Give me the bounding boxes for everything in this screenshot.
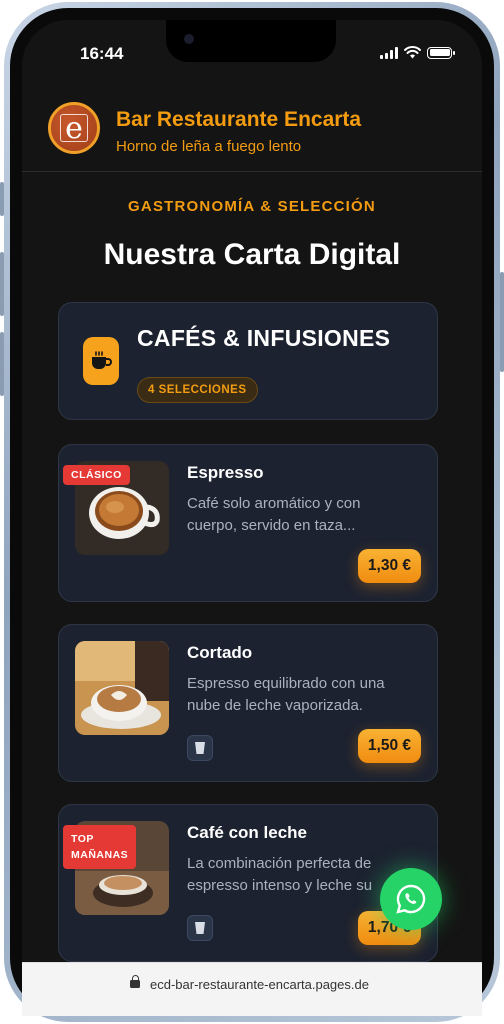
battery-icon bbox=[427, 46, 455, 59]
item-description: Café solo aromático y con cuerpo, servid… bbox=[187, 495, 361, 534]
item-name: Cortado bbox=[187, 643, 253, 662]
site-header: e Bar Restaurante Encarta Horno de leña … bbox=[22, 90, 482, 172]
tag-classic-badge: CLÁSICO bbox=[63, 465, 130, 485]
brand-title: Bar Restaurante Encarta bbox=[116, 108, 362, 131]
lock-icon bbox=[130, 975, 140, 989]
signal-icon bbox=[380, 46, 398, 59]
power-button bbox=[500, 272, 504, 372]
screen: 16:44 e Bar Restaurante Encarta Horno de… bbox=[22, 20, 482, 1016]
coffee-cup-icon bbox=[83, 337, 119, 385]
item-name: Espresso bbox=[187, 463, 264, 482]
phone-frame: 16:44 e Bar Restaurante Encarta Horno de… bbox=[0, 2, 504, 1022]
brand-subtitle: Horno de leña a fuego lento bbox=[116, 138, 302, 155]
glass-icon[interactable] bbox=[187, 915, 213, 941]
tag-top-mananas-badge: TOP MAÑANAS bbox=[63, 825, 137, 869]
category-title: CAFÉS & INFUSIONES bbox=[137, 325, 391, 351]
volume-down-button bbox=[0, 332, 4, 396]
url-text: ecd-bar-restaurante-encarta.pages.de bbox=[150, 977, 369, 992]
section-kicker: GASTRONOMÍA & SELECCIÓN bbox=[128, 198, 376, 215]
category-count-badge: 4 SELECCIONES bbox=[137, 377, 258, 403]
menu-item-cafe-con-leche[interactable]: TOP MAÑANAS Café con leche La combinació… bbox=[58, 804, 438, 962]
price-badge: 1,30 € bbox=[357, 549, 421, 583]
whatsapp-icon bbox=[396, 884, 426, 914]
status-time: 16:44 bbox=[80, 44, 124, 63]
whatsapp-button[interactable] bbox=[380, 868, 442, 930]
menu-item-cortado[interactable]: Cortado Espresso equilibrado con una nub… bbox=[58, 624, 438, 782]
cortado-photo bbox=[75, 641, 169, 735]
mute-switch bbox=[0, 182, 4, 216]
category-card[interactable]: CAFÉS & INFUSIONES 4 SELECCIONES bbox=[58, 302, 438, 420]
status-icons bbox=[380, 46, 455, 59]
front-camera bbox=[184, 34, 194, 44]
volume-up-button bbox=[0, 252, 4, 316]
wifi-icon bbox=[404, 46, 421, 59]
page-title: Nuestra Carta Digital bbox=[103, 238, 401, 271]
browser-url-bar[interactable]: ecd-bar-restaurante-encarta.pages.de bbox=[22, 962, 482, 1016]
price-badge: 1,50 € bbox=[357, 729, 421, 763]
restaurant-logo[interactable]: e bbox=[48, 102, 100, 154]
status-bar: 16:44 bbox=[22, 20, 482, 80]
item-description: Espresso equilibrado con una nube de lec… bbox=[187, 675, 385, 714]
item-name: Café con leche bbox=[187, 823, 307, 842]
menu-item-espresso[interactable]: CLÁSICO Espresso Café solo aromático y c… bbox=[58, 444, 438, 602]
notch bbox=[166, 20, 336, 62]
glass-icon[interactable] bbox=[187, 735, 213, 761]
